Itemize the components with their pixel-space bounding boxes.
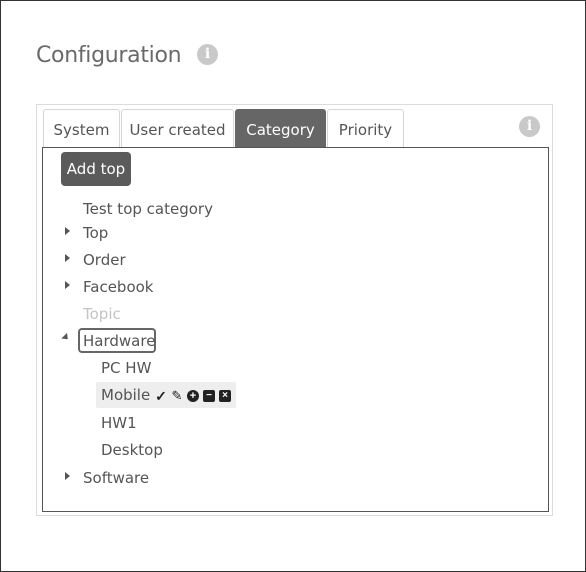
tab-priority[interactable]: Priority — [327, 109, 404, 148]
close-square-icon[interactable]: × — [219, 389, 231, 402]
tree-node-top[interactable]: Top — [83, 222, 108, 244]
tree-node-facebook[interactable]: Facebook — [83, 276, 153, 298]
info-icon[interactable]: i — [519, 116, 540, 137]
tree-node-mobile: Mobile — [101, 386, 151, 404]
category-tree-container: Add top Test top category Top Order Face… — [42, 147, 549, 512]
info-icon[interactable]: i — [197, 44, 218, 65]
pencil-icon[interactable]: ✎ — [171, 389, 183, 402]
page-title: Configuration — [36, 43, 182, 68]
expand-arrow-icon[interactable] — [65, 254, 70, 262]
tab-user-created[interactable]: User created — [121, 109, 234, 148]
tree-node-software[interactable]: Software — [83, 467, 149, 489]
tab-system[interactable]: System — [43, 109, 120, 148]
tree-node-hardware-focus[interactable]: Hardware — [78, 328, 156, 353]
add-top-button[interactable]: Add top — [61, 152, 131, 186]
expand-arrow-icon[interactable] — [65, 472, 70, 480]
configuration-panel: System User created Category Priority i … — [36, 104, 553, 516]
tree-node-topic: Topic — [83, 305, 121, 323]
check-icon[interactable]: ✓ — [155, 389, 167, 403]
tree-node-order[interactable]: Order — [83, 249, 126, 271]
tree-node-hardware: Hardware — [83, 332, 156, 350]
tree-node-hw1[interactable]: HW1 — [101, 412, 137, 434]
expand-arrow-icon[interactable] — [65, 227, 70, 235]
tree-node-test-top-category[interactable]: Test top category — [83, 198, 213, 220]
tree-node-mobile-row[interactable]: Mobile ✓ ✎ + − × — [96, 382, 236, 408]
collapse-arrow-icon[interactable] — [61, 332, 71, 343]
minus-square-icon[interactable]: − — [203, 389, 215, 402]
tab-category[interactable]: Category — [235, 109, 326, 148]
tree-node-desktop[interactable]: Desktop — [101, 439, 163, 461]
add-circle-icon[interactable]: + — [187, 389, 199, 402]
expand-arrow-icon[interactable] — [65, 281, 70, 289]
tree-node-pc-hw[interactable]: PC HW — [101, 357, 151, 379]
